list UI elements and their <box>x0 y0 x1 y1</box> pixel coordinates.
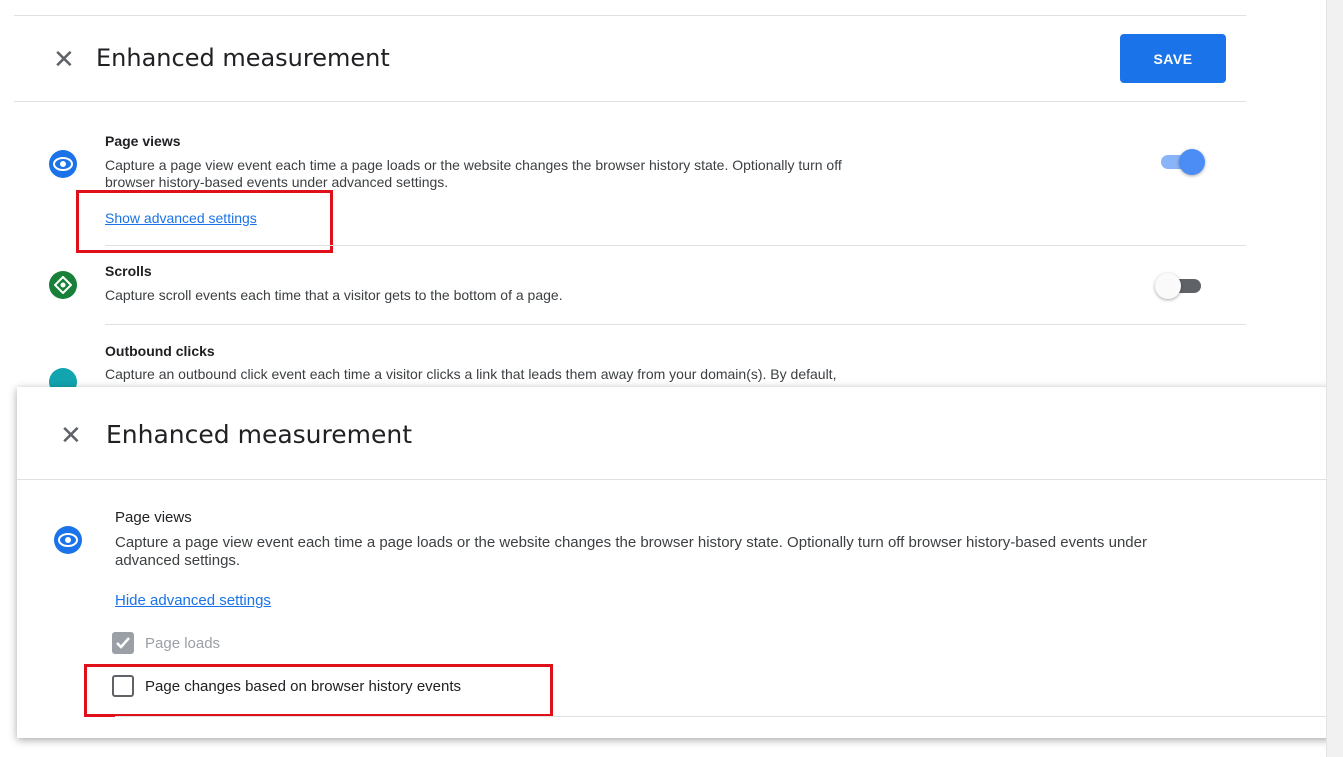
eye-icon <box>54 526 82 554</box>
scroll-icon <box>49 271 77 299</box>
page-views-title: Page views <box>105 133 181 149</box>
page-views-description: Capture a page view event each time a pa… <box>105 157 842 173</box>
scrolls-title: Scrolls <box>105 263 152 279</box>
hide-advanced-settings-link[interactable]: Hide advanced settings <box>115 592 271 609</box>
page-loads-label: Page loads <box>145 635 221 652</box>
page-views-description-line2: advanced settings. <box>115 552 241 569</box>
divider <box>14 15 1246 16</box>
divider <box>105 245 1246 246</box>
page-views-description: Capture a page view event each time a pa… <box>115 534 1147 551</box>
close-icon[interactable]: ✕ <box>60 422 82 448</box>
panel-title: Enhanced measurement <box>106 420 413 449</box>
highlight-box <box>84 664 553 717</box>
divider <box>17 479 1343 480</box>
page-loads-checkbox <box>112 632 134 654</box>
outbound-clicks-description: Capture an outbound click event each tim… <box>105 366 837 382</box>
scrolls-toggle[interactable] <box>1155 272 1205 300</box>
divider <box>14 101 1246 102</box>
save-button[interactable]: SAVE <box>1120 34 1226 83</box>
scrolls-description: Capture scroll events each time that a v… <box>105 287 563 303</box>
enhanced-measurement-panel-expanded: ✕ Enhanced measurement Page views Captur… <box>17 387 1343 738</box>
divider <box>105 324 1246 325</box>
eye-icon <box>49 150 77 178</box>
panel-title: Enhanced measurement <box>96 44 390 72</box>
page-views-title: Page views <box>115 509 192 526</box>
divider <box>115 716 1343 717</box>
scrollbar[interactable] <box>1326 0 1343 757</box>
close-icon[interactable]: ✕ <box>53 46 75 72</box>
toggle-knob <box>1179 149 1205 175</box>
page-views-description-line2: browser history-based events under advan… <box>105 174 449 190</box>
toggle-knob <box>1155 273 1181 299</box>
highlight-box <box>76 190 333 253</box>
page-views-toggle[interactable] <box>1155 148 1205 176</box>
outbound-clicks-title: Outbound clicks <box>105 343 215 359</box>
